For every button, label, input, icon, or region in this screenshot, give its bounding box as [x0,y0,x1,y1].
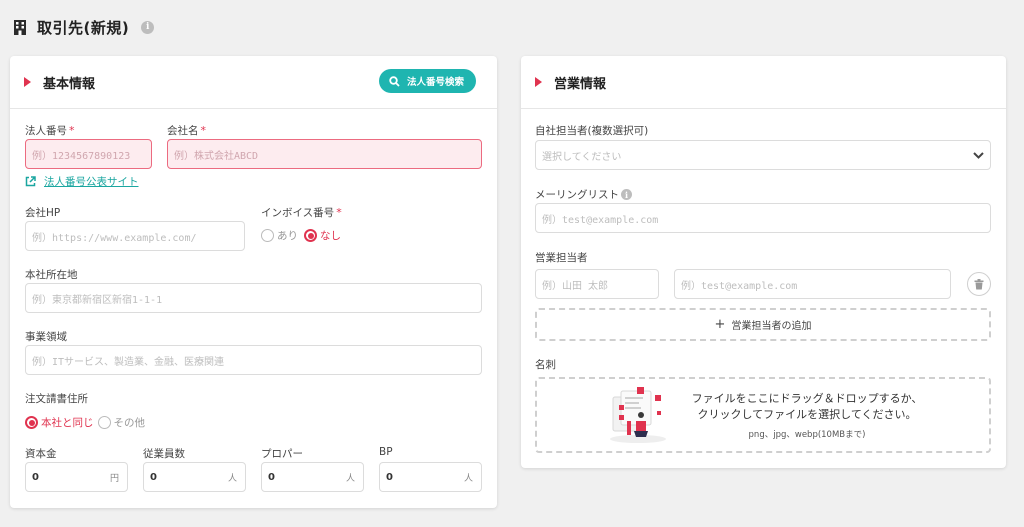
section-marker-icon [535,77,542,87]
sales-rep-label: 営業担当者 [535,252,588,264]
page-title: 取引先(新規) [37,18,130,37]
business-domain-label: 事業領域 [25,331,67,343]
order-address-radio-group: 本社と同じ その他 [25,415,145,430]
own-rep-select[interactable]: 選択してください [535,140,991,170]
hq-address-input[interactable]: 例）東京都新宿区新宿1-1-1 [25,283,482,313]
section-marker-icon [24,77,31,87]
order-address-radio-other[interactable]: その他 [97,415,145,430]
search-button-label: 法人番号検索 [407,77,465,88]
proper-label: プロパー [261,448,303,460]
sales-info-card: 営業情報 自社担当者(複数選択可) 選択してください メーリングリスト i 例）… [521,56,1006,468]
order-address-radio-same[interactable]: 本社と同じ [25,415,94,430]
dropzone-formats: png、jpg、webp(10MBまで) [748,430,866,440]
mailing-list-input[interactable]: 例）test@example.com [535,203,991,233]
corp-number-public-site-link[interactable]: 法人番号公表サイト [25,174,139,189]
dropzone-instructions: ファイルをここにドラッグ＆ドロップするか、 クリックしてファイルを選択してくださ… [691,392,923,421]
homepage-input[interactable]: 例）https://www.example.com/ [25,221,245,251]
corp-number-search-button[interactable]: 法人番号検索 [379,69,477,93]
proper-input[interactable]: 0人 [261,462,364,492]
capital-input[interactable]: 0円 [25,462,128,492]
corp-number-label: 法人番号 * [25,124,75,137]
basic-info-card: 基本情報 法人番号検索 法人番号 * 例）1234567890123 会社名 * 例… [10,56,497,508]
building-icon [14,20,26,35]
employees-label: 従業員数 [143,448,185,460]
company-name-input[interactable]: 例）株式会社ABCD [167,139,482,169]
search-icon [389,75,400,87]
invoice-label: インボイス番号 * [261,206,342,219]
page-header: 取引先(新規) i [13,14,155,40]
sales-info-header: 営業情報 [521,56,1006,109]
hq-address-label: 本社所在地 [25,269,78,281]
invoice-radio-no[interactable]: なし [304,228,341,243]
sales-info-title: 営業情報 [554,76,607,92]
add-sales-rep-button[interactable]: + 営業担当者の追加 [535,308,991,341]
company-name-label: 会社名 * [167,124,206,137]
corp-number-input[interactable]: 例）1234567890123 [25,139,152,169]
business-domain-input[interactable]: 例）ITサービス、製造業、金融、医療関連 [25,345,482,375]
business-card-label: 名刺 [535,359,556,371]
invoice-radio-group: あり なし [261,228,341,243]
trash-icon [974,278,984,289]
employees-input[interactable]: 0人 [143,462,246,492]
order-address-label: 注文請書住所 [25,393,88,405]
homepage-label: 会社HP [25,207,61,219]
invoice-radio-yes[interactable]: あり [261,228,298,243]
capital-label: 資本金 [25,448,57,460]
chevron-down-icon [973,151,984,159]
basic-info-title: 基本情報 [43,76,96,92]
mailing-list-label: メーリングリスト i [535,187,632,202]
plus-icon: + [714,317,726,332]
own-rep-label: 自社担当者(複数選択可) [535,125,649,137]
delete-sales-rep-button[interactable] [967,272,991,296]
business-card-dropzone[interactable]: ファイルをここにドラッグ＆ドロップするか、 クリックしてファイルを選択してくださ… [535,377,991,453]
bp-label: BP [379,446,393,458]
bp-input[interactable]: 0人 [379,462,482,492]
info-icon[interactable]: i [141,20,155,34]
info-icon[interactable]: i [621,189,632,200]
sales-rep-email-input[interactable]: 例）test@example.com [674,269,951,299]
sales-rep-name-input[interactable]: 例）山田 太郎 [535,269,659,299]
external-link-icon [25,176,36,187]
